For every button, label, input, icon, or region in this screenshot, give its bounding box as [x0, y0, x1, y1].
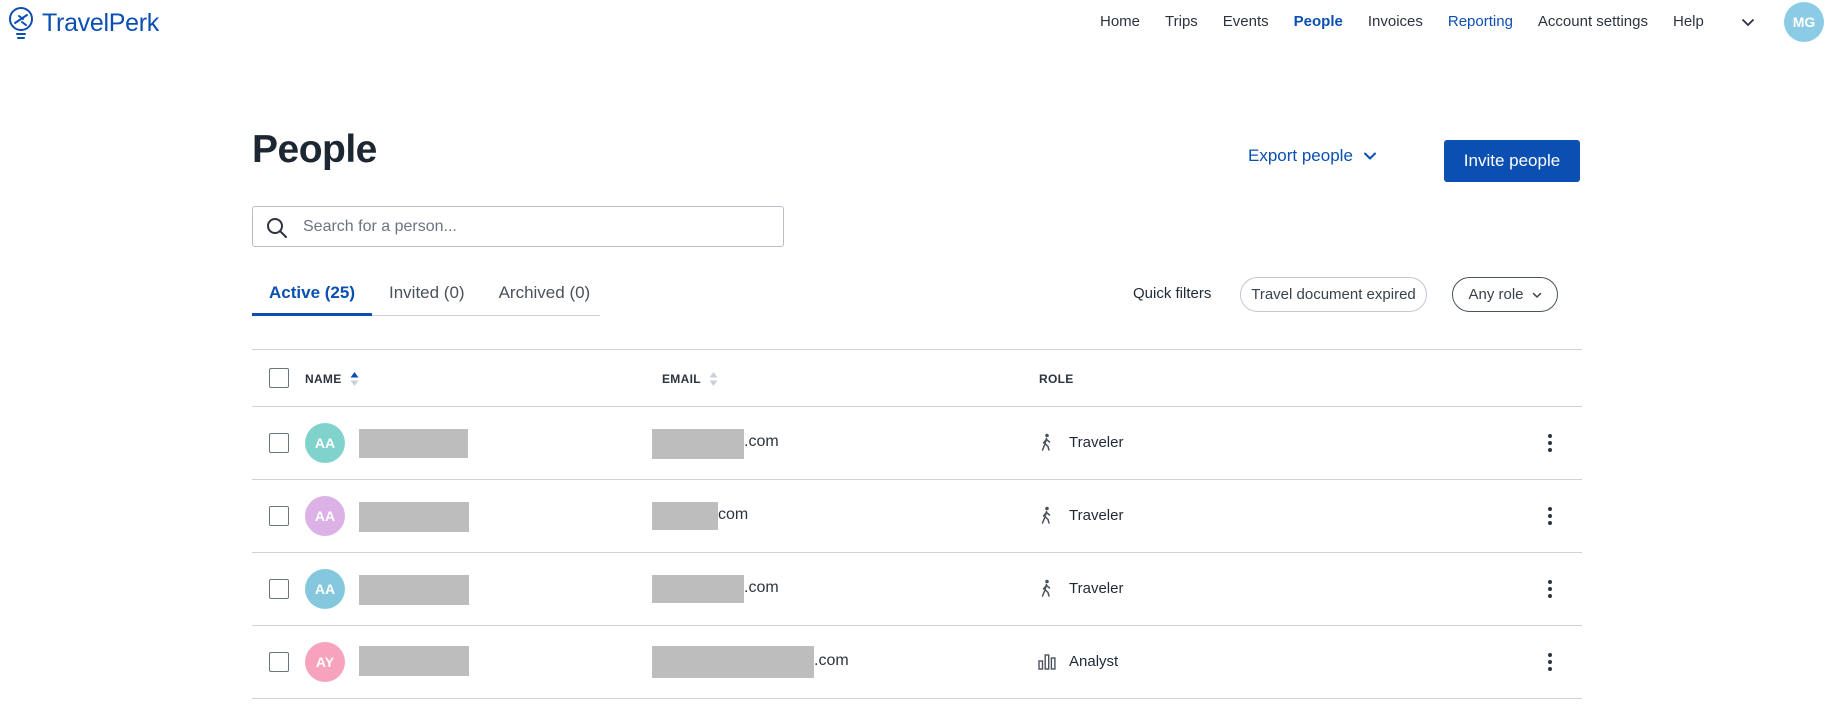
redacted-name — [359, 646, 469, 676]
quick-filters-label: Quick filters — [1133, 285, 1212, 302]
user-avatar[interactable]: MG — [1784, 2, 1824, 42]
select-all-checkbox[interactable] — [269, 368, 289, 388]
table-row[interactable]: AY .com Analyst — [252, 626, 1582, 699]
nav-item-reporting[interactable]: Reporting — [1448, 13, 1513, 30]
row-checkbox[interactable] — [269, 506, 289, 526]
travelperk-logo-icon — [9, 7, 33, 39]
brand-name: TravelPerk — [42, 8, 159, 37]
people-table: NAME EMAIL ROLE AA .com Traveler AA com … — [252, 349, 1582, 699]
traveler-icon — [1041, 506, 1051, 524]
redacted-email — [652, 429, 744, 459]
column-header-role: ROLE — [1039, 372, 1074, 386]
avatar: AA — [305, 496, 345, 536]
table-row[interactable]: AA .com Traveler — [252, 553, 1582, 626]
invite-people-button[interactable]: Invite people — [1444, 140, 1580, 182]
analyst-icon — [1038, 654, 1056, 670]
role-cell: Traveler — [1037, 505, 1123, 525]
sort-ascending-icon — [350, 372, 359, 386]
table-header: NAME EMAIL ROLE — [252, 349, 1582, 407]
tab-invited[interactable]: Invited (0) — [372, 275, 482, 315]
role-cell: Traveler — [1037, 578, 1123, 598]
more-options-icon[interactable] — [1544, 577, 1556, 601]
nav-item-events[interactable]: Events — [1223, 13, 1269, 30]
more-options-icon[interactable] — [1544, 431, 1556, 455]
nav-item-help[interactable]: Help — [1673, 13, 1704, 30]
redacted-name — [359, 502, 469, 532]
role-cell: Traveler — [1037, 432, 1123, 452]
role-label: Analyst — [1069, 652, 1119, 670]
column-name-label: NAME — [305, 372, 342, 386]
page-title: People — [252, 128, 377, 171]
role-cell: Analyst — [1037, 651, 1118, 671]
role-label: Traveler — [1069, 506, 1124, 524]
redacted-name — [359, 429, 468, 458]
avatar: AA — [305, 423, 345, 463]
search-box — [252, 206, 784, 247]
search-icon — [267, 218, 287, 238]
travelperk-logo[interactable]: TravelPerk — [8, 6, 159, 40]
search-input[interactable] — [303, 207, 773, 246]
nav-item-home[interactable]: Home — [1100, 13, 1140, 30]
chevron-down-icon[interactable] — [1740, 14, 1756, 30]
travel-document-expired-filter[interactable]: Travel document expired — [1240, 277, 1427, 312]
export-people-label: Export people — [1248, 146, 1353, 165]
export-people-button[interactable]: Export people — [1248, 146, 1377, 166]
redacted-email — [652, 575, 744, 603]
role-filter-dropdown[interactable]: Any role — [1452, 277, 1558, 312]
role-label: Traveler — [1069, 433, 1124, 451]
nav-item-account-settings[interactable]: Account settings — [1538, 13, 1648, 30]
nav-item-people[interactable]: People — [1294, 13, 1343, 30]
traveler-icon — [1041, 433, 1051, 451]
people-tabs: Active (25) Invited (0) Archived (0) — [252, 275, 600, 316]
email-domain-suffix: .com — [814, 652, 849, 669]
email-domain-suffix: .com — [744, 579, 779, 596]
sort-icon — [709, 372, 718, 386]
more-options-icon[interactable] — [1544, 650, 1556, 674]
row-checkbox[interactable] — [269, 579, 289, 599]
tab-active[interactable]: Active (25) — [252, 275, 372, 316]
main-nav: Home Trips Events People Invoices Report… — [1100, 13, 1729, 30]
email-domain-suffix: com — [718, 506, 749, 523]
row-checkbox[interactable] — [269, 652, 289, 672]
chevron-down-icon — [1532, 292, 1541, 298]
more-options-icon[interactable] — [1544, 504, 1556, 528]
redacted-email — [652, 646, 814, 678]
top-navigation: TravelPerk Home Trips Events People Invo… — [0, 0, 1830, 44]
role-label: Traveler — [1069, 579, 1124, 597]
redacted-email — [652, 502, 718, 530]
column-header-name[interactable]: NAME — [305, 372, 359, 386]
traveler-icon — [1041, 579, 1051, 597]
column-role-label: ROLE — [1039, 372, 1074, 386]
row-checkbox[interactable] — [269, 433, 289, 453]
email-domain-suffix: .com — [744, 433, 779, 450]
nav-item-trips[interactable]: Trips — [1165, 13, 1198, 30]
role-filter-label: Any role — [1468, 286, 1524, 303]
avatar: AY — [305, 642, 345, 682]
column-email-label: EMAIL — [662, 372, 701, 386]
avatar: AA — [305, 569, 345, 609]
nav-item-invoices[interactable]: Invoices — [1368, 13, 1423, 30]
redacted-name — [359, 575, 469, 605]
tab-archived[interactable]: Archived (0) — [482, 275, 608, 315]
table-row[interactable]: AA com Traveler — [252, 480, 1582, 553]
table-row[interactable]: AA .com Traveler — [252, 407, 1582, 480]
chevron-down-icon — [1363, 152, 1376, 160]
column-header-email[interactable]: EMAIL — [662, 372, 718, 386]
